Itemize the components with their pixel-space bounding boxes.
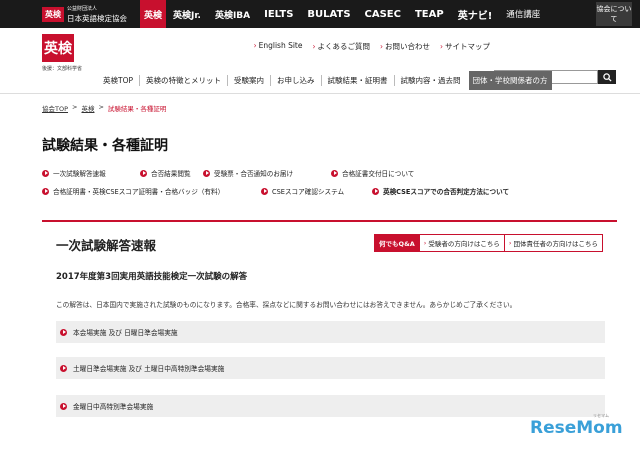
panel-subtitle: 2017年度第3回実用英語技能検定一次試験の解答 [56,272,248,282]
faq-link[interactable]: › よくあるご質問 [313,41,371,52]
logo-subtitle: 後援：文部科学省 [42,66,83,72]
arrow-circle-icon [60,328,67,336]
nav-content[interactable]: 試験内容・過去問 [393,74,467,86]
brand-bulats[interactable]: BULATS [300,0,357,28]
link-cse-pass-judgement[interactable]: 英検CSEスコアでの合否判定方法について [372,186,509,196]
panel-title: 一次試験解答速報 [56,238,157,253]
link-admission-ticket[interactable]: 受験票・合否通知のお届け [203,168,331,178]
qa-tab[interactable]: 何でもQ&A [374,234,420,252]
org-name: 日本英語検定協会 [67,14,127,23]
arrow-circle-icon [261,187,268,195]
arrow-circle-icon [42,187,49,195]
accordion-friday-venue[interactable]: 金曜日中高特別準会場実施 [56,395,605,417]
utility-links: › English Site › よくあるご質問 › お問い合わせ › サイトマップ [254,41,490,52]
org-small-text: 公益財団法人 [67,6,98,12]
arrow-icon: › [440,42,443,51]
arrow-icon: › [423,239,427,247]
panel-tabs: 何でもQ&A › 受験者の方向けはこちら › 団体責任者の方向けはこちら [374,234,603,252]
watermark-logo: ReseMom [530,418,623,438]
link-answer-bulletin[interactable]: 一次試験解答速報 [42,168,140,178]
nav-eiken-top[interactable]: 英検TOP [97,75,139,86]
brand-eiken-jr[interactable]: 英検Jr. [166,0,208,28]
nav-features[interactable]: 英検の特徴とメリット [139,74,227,86]
brand-eikennavi[interactable]: 英ナビ! [451,0,500,28]
arrow-circle-icon [42,169,49,177]
arrow-icon: › [508,239,512,247]
nav-results[interactable]: 試験結果・証明書 [320,74,394,86]
brand-casec[interactable]: CASEC [358,0,408,28]
group-manager-tab[interactable]: › 団体責任者の方向けはこちら [503,234,603,252]
org-mark: 英検 [42,6,64,22]
examinee-tab[interactable]: › 受験者の方向けはこちら [418,234,505,252]
brand-links: 英検 英検Jr. 英検IBA IELTS BULATS CASEC TEAP 英… [140,0,547,28]
nav-apply[interactable]: お申し込み [270,74,321,86]
brand-correspondence[interactable]: 通信講座 [499,0,547,28]
arrow-circle-icon [203,169,210,177]
brand-teap[interactable]: TEAP [408,0,451,28]
breadcrumb-eiken[interactable]: 英検 [81,103,94,113]
link-result-view[interactable]: 合否結果閲覧 [140,168,203,178]
link-certificate-date[interactable]: 合格証書交付日について [331,168,414,178]
link-certificates-paid[interactable]: 合格証明書・英検CSEスコア証明書・合格バッジ（有料） [42,186,261,196]
accordion-saturday-venue[interactable]: 土曜日準会場実施 及び 土曜日中高特別準会場実施 [56,357,605,379]
sitemap-link[interactable]: › サイトマップ [440,41,490,52]
nav-organizations[interactable]: 団体・学校関係者の方 [468,70,552,90]
arrow-circle-icon [372,187,379,195]
arrow-circle-icon [331,169,338,177]
accordion-main-venue[interactable]: 本会場実施 及び 日曜日準会場実施 [56,321,605,343]
brand-ielts[interactable]: IELTS [257,0,300,28]
panel-note: この解答は、日本国内で実施された試験のものになります。合格率、採点などに関するお… [56,301,517,309]
arrow-circle-icon [60,364,67,372]
quick-links: 一次試験解答速報 合否結果閲覧 受験票・合否通知のお届け 合格証書交付日について… [42,164,509,200]
link-cse-score-system[interactable]: CSEスコア確認システム [261,186,372,196]
english-site-link[interactable]: › English Site [254,41,303,52]
breadcrumb-current: 試験結果・各種証明 [107,105,167,113]
arrow-circle-icon [60,402,67,410]
main-nav: 英検TOP 英検の特徴とメリット 受験案内 お申し込み 試験結果・証明書 試験内… [97,70,617,90]
top-bar: 英検 公益財団法人 日本英語検定協会 英検 英検Jr. 英検IBA IELTS … [0,0,640,28]
arrow-icon: › [253,41,257,50]
about-association-button[interactable]: 協会について [596,2,632,26]
contact-link[interactable]: › お問い合わせ [380,41,430,52]
brand-eiken-iba[interactable]: 英検IBA [208,0,257,28]
arrow-circle-icon [140,169,147,177]
org-logo[interactable]: 英検 公益財団法人 日本英語検定協会 [42,5,140,23]
divider [0,93,640,94]
brand-eiken[interactable]: 英検 [140,0,166,28]
breadcrumb: 協会TOP > 英検 > 試験結果・各種証明 [42,103,167,113]
page-title: 試験結果・各種証明 [42,138,168,154]
arrow-icon: › [312,42,316,51]
eiken-logo[interactable]: 英検 [42,34,74,62]
nav-exam-guide[interactable]: 受験案内 [227,74,270,86]
breadcrumb-home[interactable]: 協会TOP [42,103,68,113]
arrow-icon: › [380,42,383,51]
